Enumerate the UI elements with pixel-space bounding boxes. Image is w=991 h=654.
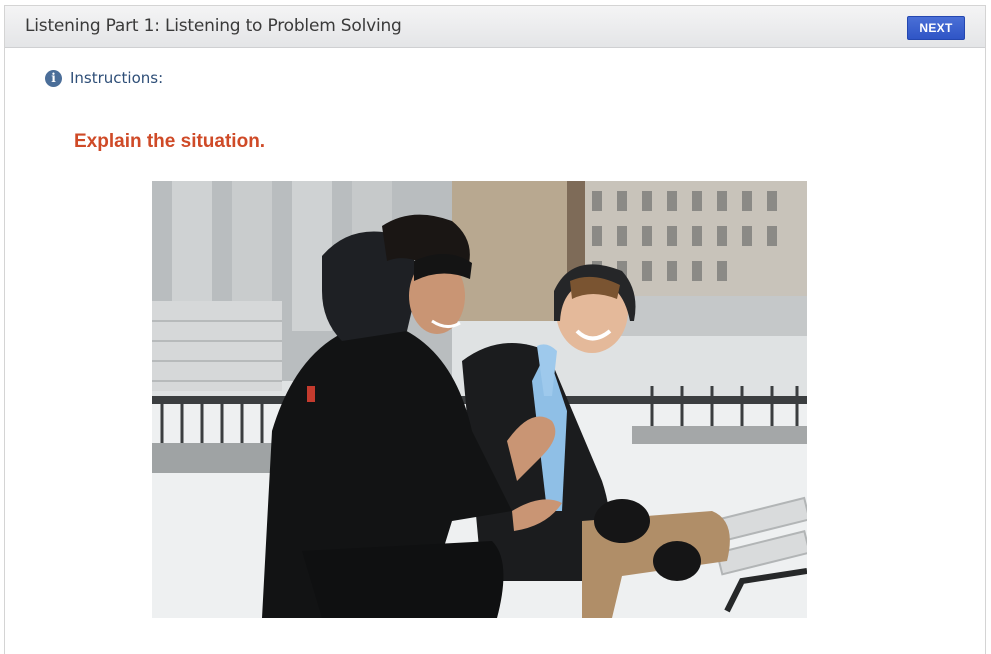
- photo-illustration: [152, 181, 807, 618]
- instructions-row: i Instructions:: [45, 68, 163, 88]
- scene-photo: [152, 181, 807, 618]
- next-button[interactable]: NEXT: [907, 16, 965, 40]
- page-title: Listening Part 1: Listening to Problem S…: [25, 16, 402, 36]
- task-prompt: Explain the situation.: [74, 131, 266, 152]
- activity-panel: Listening Part 1: Listening to Problem S…: [4, 5, 986, 654]
- header-bar: Listening Part 1: Listening to Problem S…: [5, 6, 985, 48]
- info-icon: i: [45, 69, 62, 87]
- instructions-label: Instructions:: [70, 69, 164, 87]
